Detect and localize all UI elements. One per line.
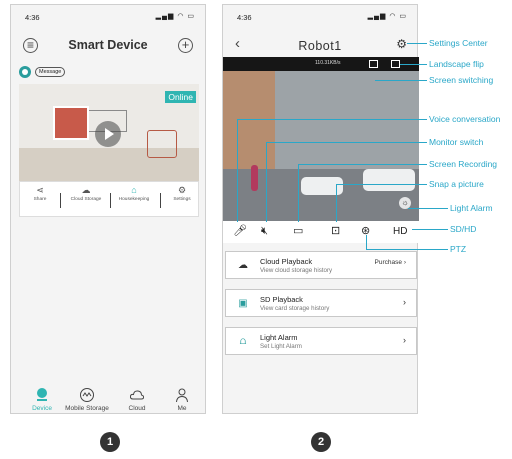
- callout-screen-switching: Screen switching: [429, 75, 494, 85]
- home-icon: ⌂: [131, 185, 137, 195]
- video-building: [223, 71, 275, 171]
- purchase-label: Purchase: [374, 259, 403, 266]
- callout-ptz: PTZ: [450, 244, 467, 254]
- tab-cloud-label: Cloud: [128, 405, 146, 412]
- light-alarm-card[interactable]: ⩍ Light Alarm Set Light Alarm ›: [225, 327, 417, 355]
- settings-label: Settings: [173, 197, 191, 202]
- camera-icon[interactable]: ⊡: [331, 225, 340, 238]
- card-subtitle: View cloud storage history: [260, 267, 333, 274]
- cloud-play-icon: ☁: [238, 260, 248, 271]
- control-bar: 🎤︎ 🔇︎ ▭ ⊡ ⊛ HD: [223, 221, 419, 243]
- tab-mobile-storage-label: Mobile Storage: [65, 405, 109, 412]
- chevron-right-icon: ›: [403, 335, 406, 345]
- online-badge: Online: [165, 91, 196, 103]
- mobile-storage-icon: [80, 388, 94, 402]
- play-icon[interactable]: [95, 121, 121, 147]
- screen-switch-icon[interactable]: [369, 60, 378, 68]
- status-icons: ▂▄▆ ◠ ▭: [367, 13, 407, 20]
- video-car: [363, 169, 415, 191]
- housekeeping-label: Housekeeping: [118, 197, 150, 202]
- device-preview[interactable]: Online: [19, 84, 199, 181]
- card-subtitle: Set Light Alarm: [260, 343, 302, 350]
- landscape-flip-icon[interactable]: [391, 60, 400, 68]
- share-action[interactable]: ⋖ Share: [22, 185, 58, 203]
- room-artwork: [53, 106, 89, 140]
- tab-bar: Device Mobile Storage Cloud Me: [11, 387, 205, 417]
- card-subtitle: View card storage history: [260, 305, 330, 312]
- cloud-storage-action[interactable]: ☁ Cloud Storage: [68, 185, 104, 203]
- device-icon: [37, 388, 47, 401]
- card-title: Light Alarm: [260, 333, 298, 342]
- callout-monitor-switch: Monitor switch: [429, 137, 484, 147]
- card-title: Cloud Playback: [260, 257, 313, 266]
- cloud-icon: [129, 390, 145, 400]
- housekeeping-action[interactable]: ⌂ Housekeeping: [116, 185, 152, 203]
- video-person: [251, 165, 258, 191]
- callout-sd-hd: SD/HD: [450, 224, 477, 234]
- phone-screen-device-list: 4:36 ▂▄▆ ◠ ▭ ≡ Smart Device + Message On…: [10, 4, 206, 414]
- step-number-1: 1: [100, 432, 120, 452]
- callout-snap-picture: Snap a picture: [429, 179, 484, 189]
- video-top-bar: 110.31KB/s: [223, 57, 419, 71]
- data-rate: 110.31KB/s: [315, 60, 341, 66]
- status-time: 4:36: [25, 13, 40, 22]
- callout-settings-center: Settings Center: [429, 38, 488, 48]
- room-chair: [147, 130, 177, 158]
- callout-landscape-flip: Landscape flip: [429, 59, 484, 69]
- device-title: Robot1: [298, 39, 342, 53]
- person-icon: [176, 388, 188, 403]
- phone-screen-live-view: 4:36 ▂▄▆ ◠ ▭ ‹ Robot1 ⚙ 110.31KB/s ☼ 🎤︎ …: [222, 4, 419, 414]
- share-label: Share: [33, 197, 47, 202]
- step-number-2: 2: [311, 432, 331, 452]
- sd-card-icon: ▣: [238, 298, 248, 309]
- settings-center-icon[interactable]: ⚙: [396, 37, 407, 51]
- status-time: 4:36: [237, 13, 252, 22]
- tab-device[interactable]: Device: [19, 387, 65, 412]
- page-title: Smart Device: [68, 38, 148, 52]
- purchase-link[interactable]: Purchase ›: [375, 259, 406, 266]
- cloud-storage-label: Cloud Storage: [70, 197, 102, 202]
- status-icons: ▂▄▆ ◠ ▭: [155, 13, 195, 20]
- sd-playback-card[interactable]: ▣ SD Playback View card storage history …: [225, 289, 417, 317]
- status-bar: 4:36 ▂▄▆ ◠ ▭: [11, 5, 205, 27]
- record-icon[interactable]: ▭: [293, 225, 303, 238]
- speaker-mute-icon[interactable]: 🔇︎: [261, 225, 268, 238]
- cloud-icon: ☁: [81, 185, 91, 195]
- card-title: SD Playback: [260, 295, 303, 304]
- status-bar: 4:36 ▂▄▆ ◠ ▭: [223, 5, 417, 27]
- tab-me[interactable]: Me: [159, 387, 205, 412]
- callout-light-alarm: Light Alarm: [450, 203, 493, 213]
- chevron-right-icon: ›: [403, 297, 406, 307]
- tab-device-label: Device: [32, 405, 52, 412]
- camera-icon: [19, 66, 31, 78]
- callout-voice-conversation: Voice conversation: [429, 114, 501, 124]
- header: ‹ Robot1 ⚙: [223, 33, 417, 59]
- add-device-icon[interactable]: +: [178, 38, 193, 53]
- tab-cloud[interactable]: Cloud: [114, 387, 160, 412]
- device-actions: ⋖ Share ☁ Cloud Storage ⌂ Housekeeping ⚙…: [19, 181, 199, 217]
- settings-action[interactable]: ⚙ Settings: [164, 185, 200, 203]
- header: ≡ Smart Device +: [11, 31, 205, 59]
- callout-screen-recording: Screen Recording: [429, 159, 498, 169]
- share-icon: ⋖: [36, 185, 44, 195]
- tab-mobile-storage[interactable]: Mobile Storage: [64, 387, 110, 412]
- message-button[interactable]: Message: [35, 67, 66, 77]
- gear-icon: ⚙: [177, 185, 187, 195]
- microphone-icon[interactable]: 🎤︎: [233, 225, 247, 238]
- alarm-light-icon: ⩍: [239, 336, 247, 347]
- live-video[interactable]: 110.31KB/s ☼: [223, 57, 419, 221]
- hd-toggle[interactable]: HD: [393, 225, 407, 238]
- tab-me-label: Me: [177, 405, 187, 412]
- cloud-playback-card[interactable]: ☁ Cloud Playback View cloud storage hist…: [225, 251, 417, 279]
